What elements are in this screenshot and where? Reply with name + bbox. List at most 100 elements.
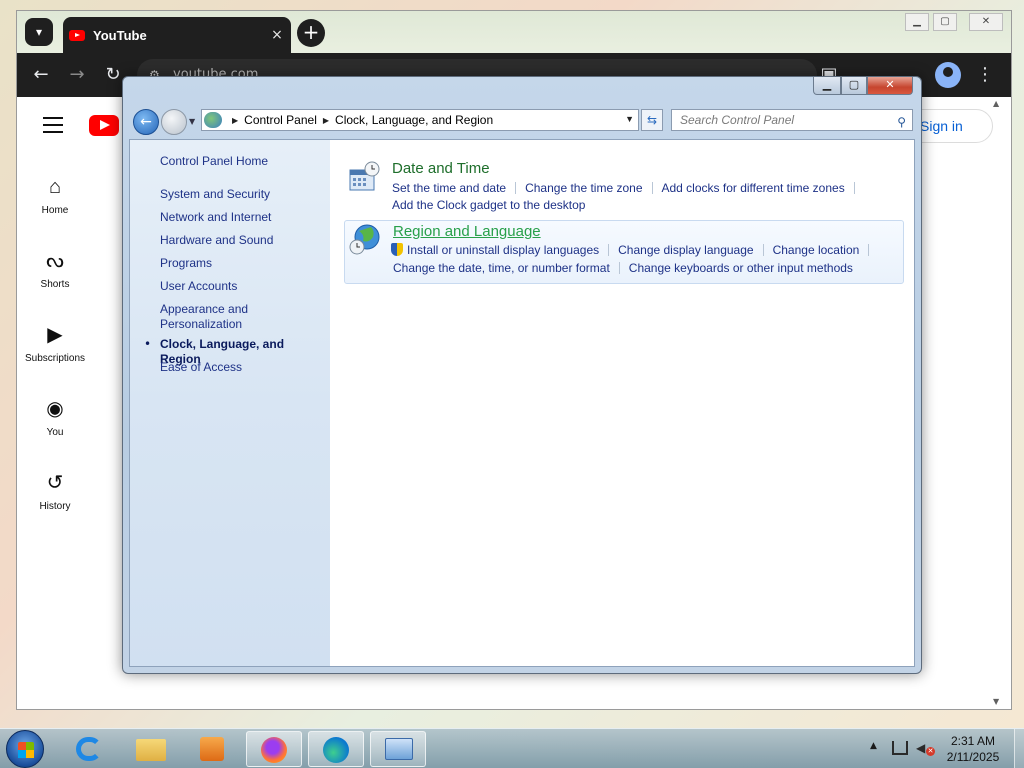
- profile-avatar-icon[interactable]: [935, 62, 961, 88]
- date-time-links: Set the time and date Change the time zon…: [392, 181, 864, 195]
- selected-bullet-icon: •: [144, 337, 152, 351]
- menu-icon[interactable]: ⋮: [973, 63, 997, 87]
- sidebar-item-subscriptions[interactable]: ▶ Subscriptions: [17, 323, 93, 364]
- taskbar-edge[interactable]: [308, 731, 364, 767]
- sidebar-item-home[interactable]: ⌂ Home: [17, 175, 93, 216]
- muted-badge-icon: ✕: [926, 747, 935, 756]
- refresh-icon[interactable]: ⇆: [641, 109, 663, 131]
- link-separator: [608, 244, 610, 256]
- region-language-links: Install or uninstall display languages Ch…: [391, 243, 878, 257]
- taskbar-media-player[interactable]: [186, 731, 242, 767]
- breadcrumb-clock-language-region[interactable]: Clock, Language, and Region: [335, 113, 493, 127]
- scroll-down-icon[interactable]: ▼: [993, 697, 999, 706]
- subscriptions-icon: ▶: [47, 324, 63, 346]
- youtube-logo-icon[interactable]: [89, 115, 119, 136]
- address-dropdown-icon[interactable]: ▼: [625, 114, 634, 124]
- windows-logo-icon: [18, 742, 34, 758]
- clock-time: 2:31 AM: [950, 734, 996, 748]
- system-clock[interactable]: 2:31 AM 2/11/2025: [938, 733, 1008, 765]
- back-icon[interactable]: ←: [29, 63, 53, 87]
- link-change-display-language[interactable]: Change display language: [618, 243, 753, 257]
- close-button[interactable]: ✕: [969, 13, 1003, 31]
- link-add-clock-gadget[interactable]: Add the Clock gadget to the desktop: [392, 198, 585, 212]
- category-date-time: Date and Time Set the time and date Chang…: [344, 154, 904, 216]
- nav-appearance-personalization[interactable]: Appearance and Personalization: [160, 302, 325, 332]
- nav-hardware-sound[interactable]: Hardware and Sound: [160, 233, 325, 248]
- taskbar: ▲ ◀ ✕ 2:31 AM 2/11/2025: [0, 728, 1024, 768]
- network-icon[interactable]: [892, 741, 908, 755]
- link-set-time-date[interactable]: Set the time and date: [392, 181, 506, 195]
- maximize-button[interactable]: ▢: [841, 77, 867, 95]
- link-separator: [651, 182, 653, 194]
- clock-date: 2/11/2025: [946, 750, 1000, 764]
- link-change-time-zone[interactable]: Change the time zone: [525, 181, 642, 195]
- nav-user-accounts[interactable]: User Accounts: [160, 279, 325, 294]
- category-list: Date and Time Set the time and date Chang…: [330, 140, 914, 666]
- show-hidden-icons-icon[interactable]: ▲: [870, 741, 877, 751]
- taskbar-internet-explorer[interactable]: [62, 731, 118, 767]
- maximize-button[interactable]: ▢: [933, 13, 957, 31]
- hamburger-menu-icon[interactable]: [43, 117, 63, 133]
- control-panel-window: ▁ ▢ ✕ ← ▼ ▶ Control Panel ▶ Clock, Langu…: [122, 76, 922, 674]
- category-region-language: Region and Language Install or uninstall…: [344, 220, 904, 284]
- tab-search-button[interactable]: ▾: [25, 18, 53, 46]
- media-player-icon: [200, 737, 224, 761]
- minimize-button[interactable]: ▁: [813, 77, 841, 95]
- link-add-clocks[interactable]: Add clocks for different time zones: [662, 181, 845, 195]
- tab-youtube[interactable]: YouTube ×: [63, 17, 291, 53]
- sidebar-item-you[interactable]: ◉ You: [17, 397, 93, 438]
- new-tab-button[interactable]: +: [297, 19, 325, 47]
- nav-programs[interactable]: Programs: [160, 256, 325, 271]
- sidebar-item-shorts[interactable]: ᔓ Shorts: [17, 249, 93, 290]
- nav-ease-of-access[interactable]: Ease of Access: [160, 360, 325, 375]
- back-button[interactable]: ←: [133, 109, 159, 135]
- recent-pages-icon[interactable]: ▼: [189, 117, 195, 126]
- forward-icon[interactable]: →: [65, 63, 89, 87]
- tab-title: YouTube: [93, 27, 147, 43]
- youtube-favicon-icon: [69, 29, 85, 41]
- nav-network-internet[interactable]: Network and Internet: [160, 210, 325, 225]
- you-icon: ◉: [46, 398, 64, 420]
- control-panel-icon: [204, 112, 222, 128]
- internet-explorer-icon: [76, 737, 102, 761]
- edge-icon: [323, 737, 349, 763]
- breadcrumb-control-panel[interactable]: Control Panel: [244, 113, 317, 127]
- link-separator: [762, 244, 764, 256]
- nav-control-panel-home[interactable]: Control Panel Home: [160, 154, 325, 169]
- taskbar-control-panel[interactable]: [370, 731, 426, 767]
- date-time-title[interactable]: Date and Time: [392, 160, 490, 177]
- tab-close-icon[interactable]: ×: [267, 27, 287, 43]
- show-desktop-button[interactable]: [1014, 729, 1024, 768]
- start-button[interactable]: [6, 730, 44, 768]
- sidebar-item-label: You: [46, 427, 64, 438]
- address-bar[interactable]: ▶ Control Panel ▶ Clock, Language, and R…: [201, 109, 639, 131]
- link-install-display-languages[interactable]: Install or uninstall display languages: [407, 243, 599, 257]
- breadcrumb-separator-icon[interactable]: ▶: [323, 116, 329, 125]
- date-time-icon[interactable]: [348, 160, 380, 192]
- sidebar-item-history[interactable]: ↺ History: [17, 471, 93, 512]
- close-button[interactable]: ✕: [867, 77, 913, 95]
- nav-system-security[interactable]: System and Security: [160, 187, 325, 202]
- forward-button[interactable]: [161, 109, 187, 135]
- region-language-title[interactable]: Region and Language: [393, 223, 541, 240]
- home-icon: ⌂: [48, 176, 62, 198]
- region-language-links-row2: Change the date, time, or number format C…: [393, 261, 853, 275]
- tab-strip: ▾ YouTube × + ▁ ▢ ✕: [17, 11, 1011, 53]
- minimize-button[interactable]: ▁: [905, 13, 929, 31]
- link-change-date-number-format[interactable]: Change the date, time, or number format: [393, 261, 610, 275]
- breadcrumb-separator-icon[interactable]: ▶: [232, 116, 238, 125]
- taskbar-file-explorer[interactable]: [124, 731, 180, 767]
- scroll-up-icon[interactable]: ▲: [993, 99, 999, 108]
- history-icon: ↺: [46, 472, 64, 494]
- taskbar-firefox[interactable]: [246, 731, 302, 767]
- link-separator: [515, 182, 517, 194]
- globe-clock-icon[interactable]: [349, 223, 381, 255]
- link-change-location[interactable]: Change location: [773, 243, 860, 257]
- search-input[interactable]: Search Control Panel ⚲: [671, 109, 913, 131]
- sidebar-item-label: Shorts: [40, 279, 70, 290]
- control-panel-content: Control Panel Home System and Security N…: [129, 139, 915, 667]
- folder-icon: [136, 739, 166, 761]
- search-icon[interactable]: ⚲: [897, 112, 906, 132]
- link-change-keyboards[interactable]: Change keyboards or other input methods: [629, 261, 853, 275]
- control-panel-nav: Control Panel Home System and Security N…: [130, 140, 330, 666]
